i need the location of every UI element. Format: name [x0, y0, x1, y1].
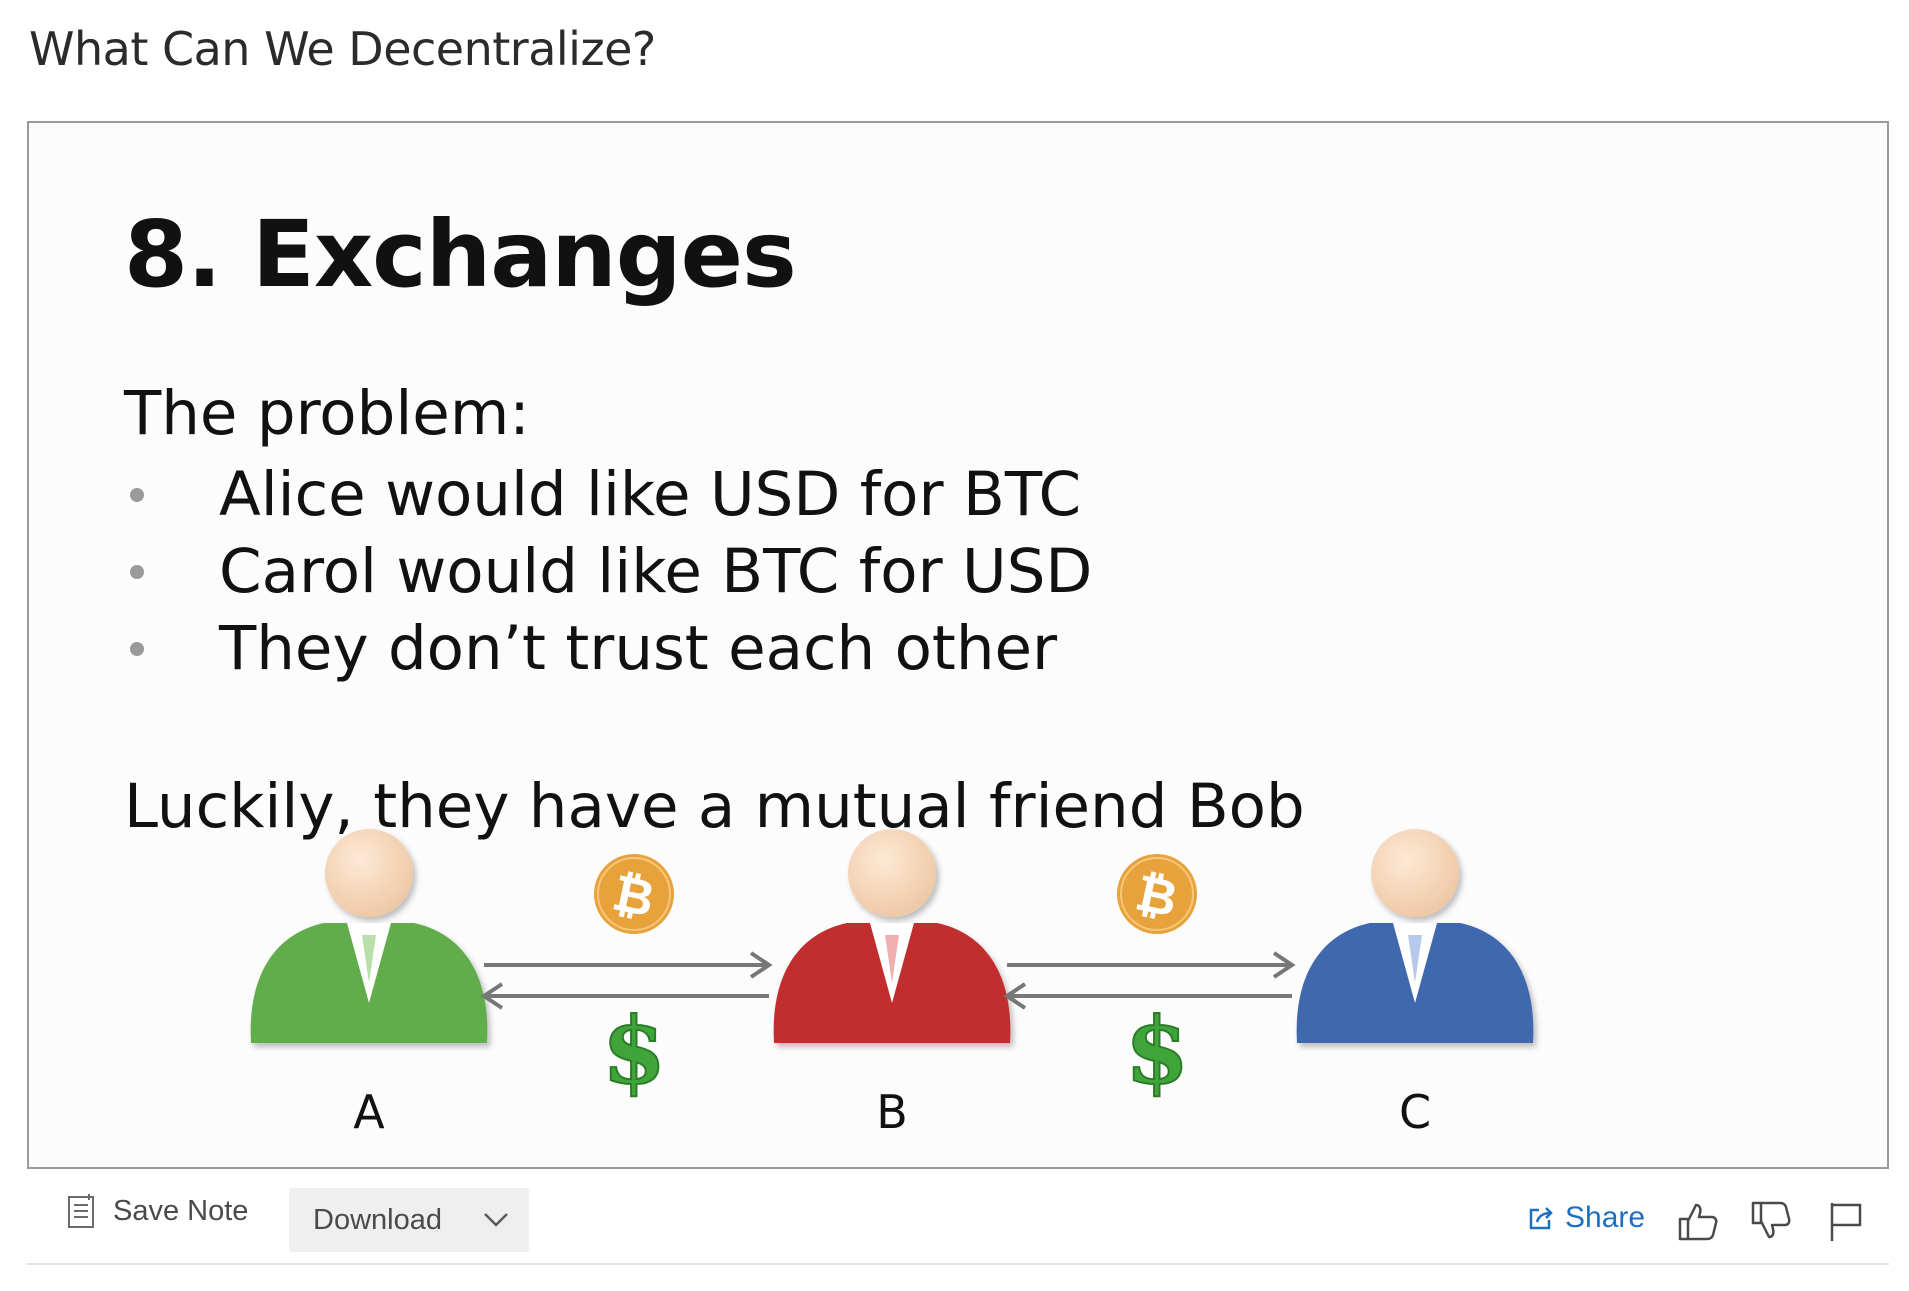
exchange-diagram: ₿ ₿ $ $	[250, 829, 1534, 1106]
person-b-icon	[773, 829, 1011, 1043]
page: What Can We Decentralize? 8. Exchanges T…	[0, 0, 1909, 1291]
like-button[interactable]	[1674, 1197, 1722, 1245]
dollar-icon: $	[1125, 997, 1189, 1105]
save-note-label: Save Note	[113, 1194, 249, 1227]
flag-button[interactable]	[1822, 1197, 1870, 1245]
chevron-down-icon	[484, 1213, 508, 1227]
external-share-icon	[1529, 1207, 1553, 1230]
dislike-button[interactable]	[1747, 1197, 1795, 1245]
person-label-a: A	[353, 1085, 385, 1139]
person-label-c: C	[1398, 1085, 1432, 1139]
bitcoin-icon: ₿	[1117, 854, 1197, 934]
download-dropdown[interactable]: Download	[289, 1188, 529, 1252]
video-toolbar: Save Note Download Share	[27, 1175, 1889, 1265]
person-label-b: B	[876, 1085, 908, 1139]
thumbs-down-icon	[1751, 1201, 1791, 1239]
dollar-icon: $	[602, 997, 666, 1105]
note-icon	[68, 1194, 94, 1228]
share-button[interactable]: Share	[1527, 1201, 1645, 1235]
share-label: Share	[1565, 1201, 1646, 1234]
video-player[interactable]: 8. Exchanges The problem: Alice would li…	[27, 121, 1889, 1169]
arrow-right-icon	[484, 951, 773, 979]
download-label: Download	[313, 1203, 442, 1236]
save-note-button[interactable]: Save Note	[67, 1193, 248, 1229]
bitcoin-icon: ₿	[594, 854, 674, 934]
arrow-right-icon	[1007, 951, 1296, 979]
person-c-icon	[1296, 829, 1534, 1043]
flag-icon	[1830, 1203, 1862, 1241]
page-title: What Can We Decentralize?	[29, 22, 656, 76]
thumbs-up-icon	[1678, 1203, 1718, 1241]
person-a-icon	[250, 829, 488, 1043]
